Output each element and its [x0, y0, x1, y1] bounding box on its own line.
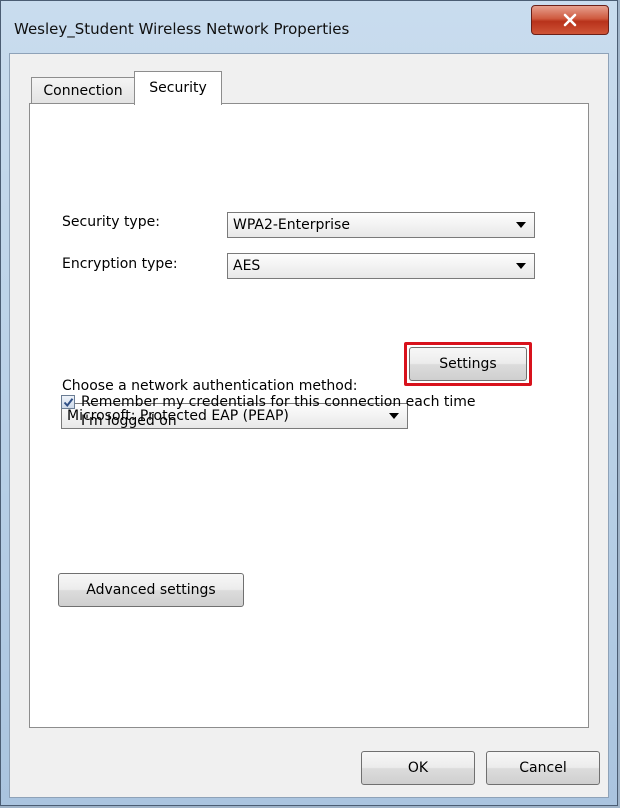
dialog-window: Wesley_Student Wireless Network Properti…	[0, 0, 618, 806]
security-type-value: WPA2-Enterprise	[233, 217, 350, 233]
cancel-button-label: Cancel	[519, 760, 567, 776]
encryption-type-select[interactable]: AES	[227, 253, 535, 279]
close-button[interactable]	[531, 5, 609, 35]
advanced-settings-label: Advanced settings	[86, 582, 216, 598]
cancel-button[interactable]: Cancel	[486, 751, 600, 785]
advanced-settings-button[interactable]: Advanced settings	[58, 573, 244, 607]
security-type-select[interactable]: WPA2-Enterprise	[227, 212, 535, 238]
settings-button[interactable]: Settings	[409, 347, 527, 381]
tab-security-label: Security	[149, 80, 207, 96]
encryption-type-value: AES	[233, 258, 261, 274]
chevron-down-icon	[516, 263, 526, 269]
close-icon	[563, 13, 577, 27]
checkmark-icon	[63, 397, 73, 407]
tab-connection-label: Connection	[43, 83, 123, 99]
tab-connection[interactable]: Connection	[31, 77, 135, 104]
ok-button[interactable]: OK	[361, 751, 475, 785]
chevron-down-icon	[516, 222, 526, 228]
remember-credentials-label[interactable]: Remember my credentials for this connect…	[81, 393, 501, 431]
auth-method-label: Choose a network authentication method:	[62, 378, 358, 394]
window-title: Wesley_Student Wireless Network Properti…	[14, 20, 350, 38]
settings-button-label: Settings	[439, 356, 497, 372]
remember-credentials-checkbox[interactable]	[61, 395, 75, 409]
title-bar[interactable]: Wesley_Student Wireless Network Properti…	[1, 1, 617, 53]
security-type-label: Security type:	[62, 214, 160, 230]
encryption-type-label: Encryption type:	[62, 256, 178, 272]
tab-security[interactable]: Security	[134, 71, 222, 105]
dialog-client-area: Connection Security Security type: WPA2-…	[9, 53, 609, 798]
ok-button-label: OK	[407, 760, 429, 776]
